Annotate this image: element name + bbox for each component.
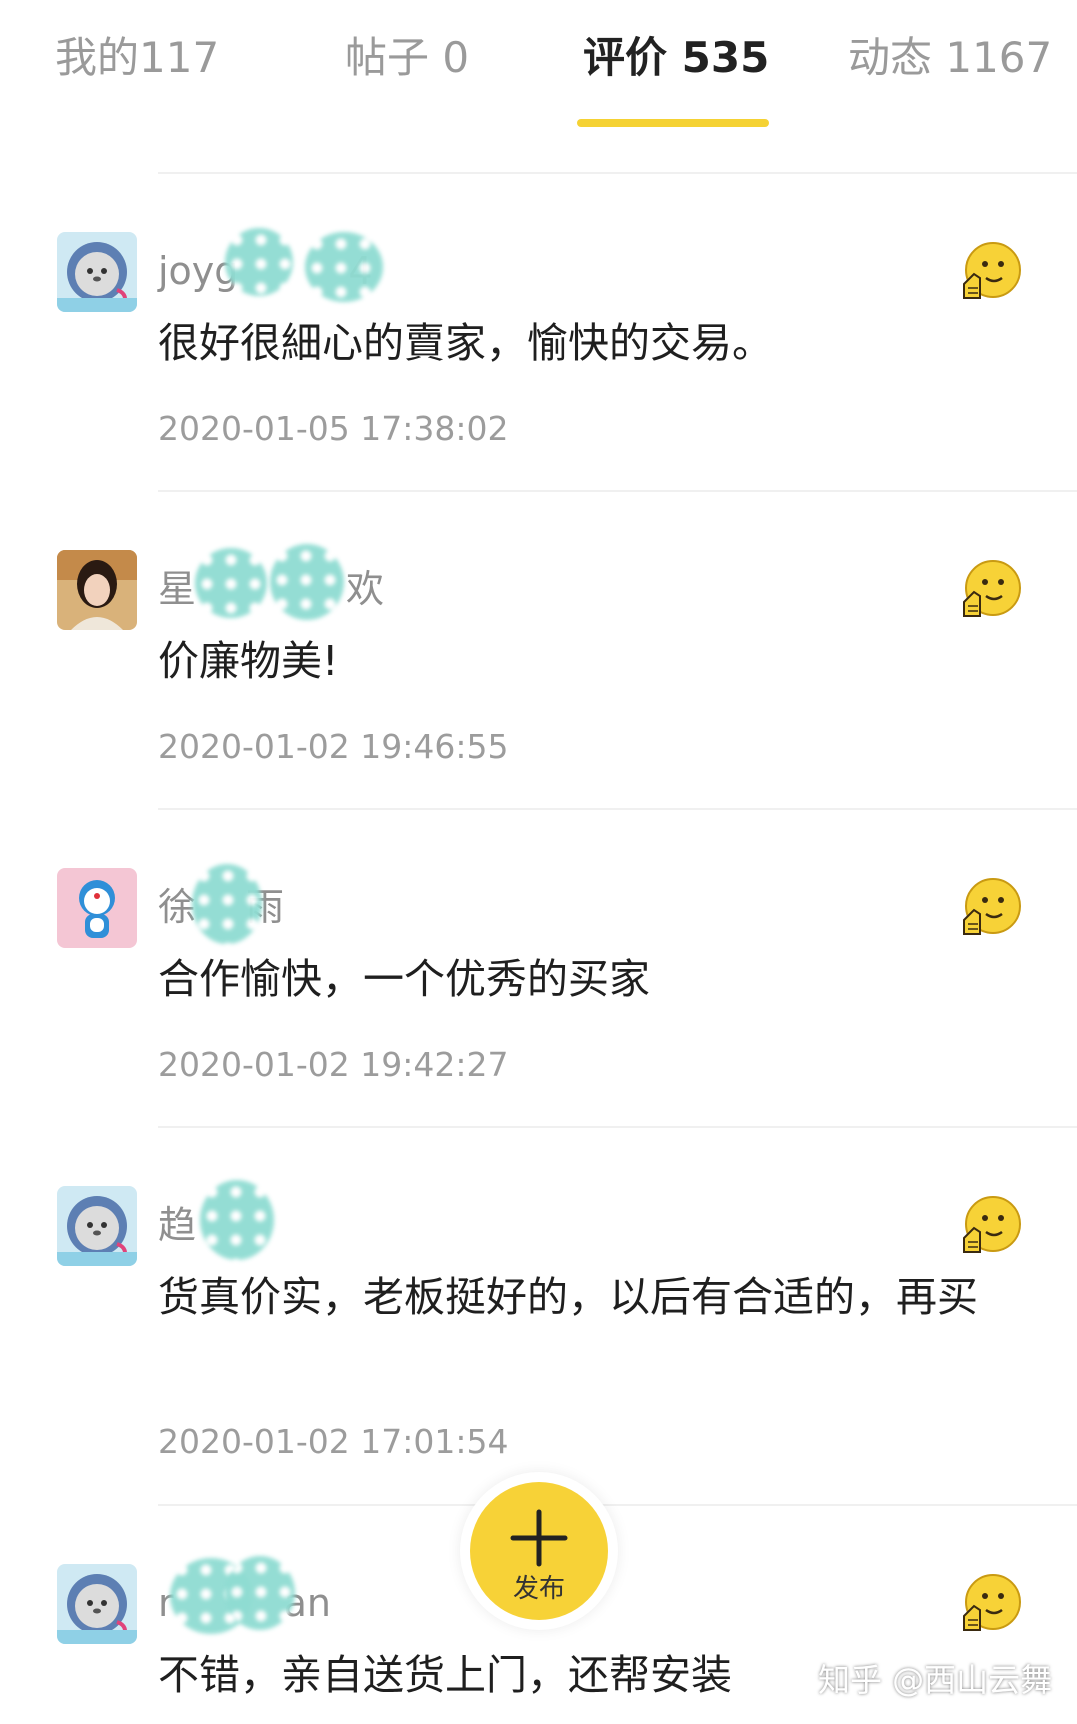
divider [158, 1126, 1077, 1128]
divider [158, 490, 1077, 492]
username-visible: 趋 [158, 1203, 197, 1247]
review-timestamp: 2020-01-02 19:42:27 [158, 1045, 509, 1084]
avatar[interactable] [57, 1564, 137, 1644]
review-timestamp: 2020-01-02 19:46:55 [158, 727, 509, 766]
privacy-blur [225, 1556, 295, 1630]
divider [158, 172, 1077, 174]
avatar[interactable] [57, 232, 137, 312]
review-timestamp: 2020-01-02 17:01:54 [158, 1422, 509, 1461]
avatar[interactable] [57, 550, 137, 630]
review-comment: 合作愉快，一个优秀的买家 [158, 955, 650, 1003]
woman-photo-avatar-icon [57, 550, 137, 630]
username[interactable]: 趋 [158, 1200, 196, 1250]
thinking-emoji-icon[interactable] [958, 240, 1024, 306]
review-page: 我的117 帖子 0 评价 535 动态 1167 joyg4 很好很細心的賣家… [0, 0, 1077, 1724]
privacy-blur [200, 1180, 274, 1260]
tab-activity[interactable]: 动态 1167 [848, 28, 1052, 88]
privacy-blur [270, 544, 344, 620]
privacy-blur [305, 232, 383, 302]
publish-button[interactable]: 发布 [470, 1482, 608, 1620]
review-comment: 价廉物美! [158, 637, 339, 685]
privacy-blur [195, 548, 267, 618]
username-visible: 徐 [158, 885, 197, 929]
active-tab-indicator [577, 119, 769, 127]
thinking-emoji-icon[interactable] [958, 558, 1024, 624]
review-timestamp: 2020-01-05 17:38:02 [158, 409, 509, 448]
username-tail: 欢 [346, 567, 385, 611]
thinking-emoji-icon[interactable] [958, 1194, 1024, 1260]
watermark: 知乎 @西山云舞 [818, 1661, 1053, 1699]
review-comment: 很好很細心的賣家，愉快的交易。 [158, 319, 773, 367]
publish-label: 发布 [512, 1574, 565, 1604]
privacy-blur [192, 864, 262, 944]
privacy-blur [225, 228, 293, 296]
thinking-emoji-icon[interactable] [958, 1572, 1024, 1638]
doraemon-avatar-icon [57, 868, 137, 948]
cat-astronaut-avatar-icon [57, 1186, 137, 1266]
review-comment: 货真价实，老板挺好的，以后有合适的，再买 [158, 1273, 978, 1321]
avatar[interactable] [57, 868, 137, 948]
cat-astronaut-avatar-icon [57, 1564, 137, 1644]
thinking-emoji-icon[interactable] [958, 876, 1024, 942]
tab-reviews[interactable]: 评价 535 [583, 28, 769, 88]
avatar[interactable] [57, 1186, 137, 1266]
tab-bar: 我的117 帖子 0 评价 535 动态 1167 [0, 0, 1077, 150]
tab-posts[interactable]: 帖子 0 [345, 28, 469, 88]
divider [158, 808, 1077, 810]
cat-astronaut-avatar-icon [57, 232, 137, 312]
divider [158, 1504, 1077, 1506]
username-visible: 星 [158, 567, 197, 611]
tab-mine[interactable]: 我的117 [55, 28, 219, 88]
